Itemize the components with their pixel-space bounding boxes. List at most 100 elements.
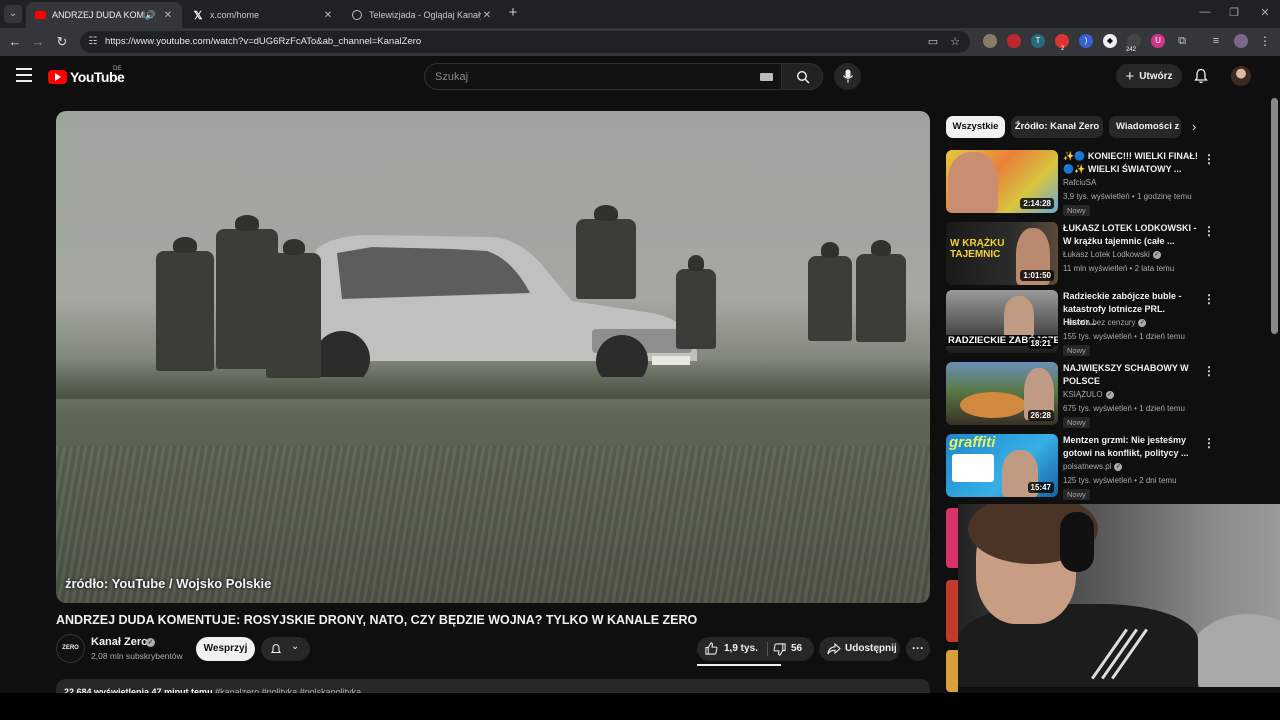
country-code: DE	[113, 66, 122, 72]
thumbnail-quote-box	[952, 454, 994, 482]
kebab-menu-icon[interactable]: ⋮	[1203, 436, 1215, 450]
channel-row[interactable]: KSIĄŻULO ✓	[1063, 390, 1114, 399]
page-scrollbar[interactable]	[1271, 98, 1278, 334]
extension-ublock-icon[interactable]	[1007, 34, 1021, 48]
dislike-button[interactable]: 56	[768, 637, 814, 661]
video-title[interactable]: NAJWIĘKSZY SCHABOWY W POLSCE	[1063, 362, 1198, 388]
video-title[interactable]: ŁUKASZ LOTEK LODKOWSKI - W krążku tajemn…	[1063, 222, 1198, 248]
site-info-icon[interactable]: ☷	[86, 35, 100, 49]
channel-row[interactable]: Łukasz Lotek Lodkowski ✓	[1063, 250, 1161, 259]
restore-icon[interactable]: ❐	[1219, 6, 1249, 19]
support-button[interactable]: Wesprzyj	[196, 637, 255, 661]
account-avatar[interactable]	[1231, 66, 1251, 86]
channel-name[interactable]: Łukasz Lotek Lodkowski	[1063, 250, 1150, 259]
video-thumbnail[interactable]: 2:14:28	[946, 150, 1058, 213]
reading-list-icon[interactable]: ≡	[1209, 34, 1223, 48]
youtube-logo[interactable]: YouTube DE	[48, 66, 125, 85]
kebab-menu-icon[interactable]: ⋮	[1203, 364, 1215, 378]
tab-telewizjada[interactable]: Telewizjada - Oglądaj Kanały TV ✕	[343, 2, 501, 28]
extension-diamond-icon[interactable]: ◆	[1103, 34, 1117, 48]
kebab-menu-icon[interactable]: ⋮	[1203, 224, 1215, 238]
video-title[interactable]: ✨🔵 KONIEC!!! WIELKI FINAŁ! 🔵✨ WIELKI ŚWI…	[1063, 150, 1198, 176]
video-title[interactable]: Mentzen grzmi: Nie jesteśmy gotowi na ko…	[1063, 434, 1198, 460]
new-badge: Nowy	[1063, 489, 1090, 500]
webcam-headset	[1060, 512, 1094, 572]
list-item[interactable]: graffiti 15:47 Mentzen grzmi: Nie jesteś…	[946, 434, 1276, 500]
extension-notification-icon[interactable]: 2	[1055, 34, 1069, 52]
tab-close-icon[interactable]: ✕	[481, 10, 493, 21]
voice-search-button[interactable]	[834, 63, 861, 90]
list-item[interactable]: W KRĄŻKU TAJEMNIC 1:01:50 ŁUKASZ LOTEK L…	[946, 222, 1276, 288]
video-player[interactable]: źródło: YouTube / Wojsko Polskie	[56, 111, 930, 603]
url-text[interactable]: https://www.youtube.com/watch?v=dUG6RzFc…	[105, 36, 421, 47]
chip-all[interactable]: Wszystkie	[946, 116, 1005, 138]
hidden-thumbnail-edge[interactable]	[946, 580, 958, 642]
address-bar[interactable]: ☷ https://www.youtube.com/watch?v=dUG6Rz…	[80, 31, 970, 53]
list-item[interactable]: 2:14:28 ✨🔵 KONIEC!!! WIELKI FINAŁ! 🔵✨ WI…	[946, 150, 1276, 216]
hidden-thumbnail-edge[interactable]	[946, 508, 958, 568]
video-frame-soldier	[808, 242, 852, 341]
keyboard-icon[interactable]	[760, 73, 773, 81]
new-badge: Nowy	[1063, 417, 1090, 428]
new-tab-plus-icon[interactable]: +	[505, 4, 521, 22]
new-badge: Nowy	[1063, 205, 1090, 216]
extensions-puzzle-icon[interactable]: ⧉	[1175, 34, 1189, 48]
kebab-menu-icon[interactable]: ⋮	[1203, 152, 1215, 166]
video-frame-soldier	[856, 240, 906, 342]
extension-audio-icon[interactable]: )	[1079, 34, 1093, 48]
back-arrow-icon[interactable]: ←	[6, 33, 24, 51]
channel-name[interactable]: RafciuSA	[1063, 178, 1096, 187]
hidden-thumbnail-edge[interactable]	[946, 650, 958, 692]
channel-row[interactable]: Historia bez cenzury ✓	[1063, 318, 1147, 327]
extension-avatar-icon[interactable]	[983, 34, 997, 48]
verified-check-icon: ✓	[1138, 318, 1147, 327]
extension-counter-icon[interactable]: 242	[1126, 34, 1141, 53]
tab-close-icon[interactable]: ✕	[162, 10, 174, 21]
list-item[interactable]: 26:28 NAJWIĘKSZY SCHABOWY W POLSCE KSIĄŻ…	[946, 362, 1276, 428]
browser-tab-strip: ⌄ ANDRZEJ DUDA KOMENTUJE 🔊 ✕ 𝕏 x.com/hom…	[0, 0, 1280, 28]
more-actions-icon[interactable]: ···	[906, 637, 930, 661]
chip-source-channel[interactable]: Źródło: Kanał Zero	[1011, 116, 1103, 138]
channel-name[interactable]: Historia bez cenzury	[1063, 318, 1135, 327]
chips-next-chevron-icon[interactable]: ›	[1192, 119, 1196, 134]
tab-close-icon[interactable]: ✕	[322, 10, 334, 21]
notifications-bell-icon[interactable]	[1193, 68, 1209, 84]
menu-hamburger-icon[interactable]	[16, 68, 32, 84]
tab-youtube[interactable]: ANDRZEJ DUDA KOMENTUJE 🔊 ✕	[26, 2, 182, 28]
browser-menu-icon[interactable]: ⋮	[1258, 34, 1272, 48]
webcam-overlay	[958, 504, 1280, 687]
tab-audio-icon[interactable]: 🔊	[145, 10, 156, 21]
forward-arrow-icon[interactable]: →	[29, 33, 47, 51]
kebab-menu-icon[interactable]: ⋮	[1203, 292, 1215, 306]
channel-name[interactable]: KSIĄŻULO	[1063, 390, 1103, 399]
extension-translate-icon[interactable]: T	[1031, 34, 1045, 48]
profile-avatar-icon[interactable]	[1234, 34, 1248, 48]
tab-search-chevron-icon[interactable]: ⌄	[4, 5, 22, 23]
x-favicon-icon: 𝕏	[193, 9, 203, 22]
cast-icon[interactable]: ▭	[926, 35, 940, 49]
bookmark-star-icon[interactable]: ☆	[948, 35, 962, 49]
share-arrow-icon	[827, 643, 841, 655]
extension-shield-icon[interactable]: U	[1151, 34, 1165, 48]
like-button[interactable]: 1,9 tys.	[697, 637, 767, 661]
video-thumbnail[interactable]: 26:28	[946, 362, 1058, 425]
video-thumbnail[interactable]: graffiti 15:47	[946, 434, 1058, 497]
list-item[interactable]: RADZIECKIE ZABÓJCZE 18:21 Radzieckie zab…	[946, 290, 1276, 356]
create-button[interactable]: + Utwórz	[1116, 64, 1182, 88]
video-thumbnail[interactable]: W KRĄŻKU TAJEMNIC 1:01:50	[946, 222, 1058, 285]
close-window-icon[interactable]: ✕	[1250, 6, 1280, 19]
channel-avatar[interactable]: ZERO	[56, 634, 85, 663]
chip-news[interactable]: Wiadomości z	[1109, 116, 1181, 138]
channel-name[interactable]: polsatnews.pl	[1063, 462, 1111, 471]
search-button[interactable]	[781, 63, 823, 90]
minimize-icon[interactable]: —	[1190, 6, 1220, 18]
tab-x-home[interactable]: 𝕏 x.com/home ✕	[184, 2, 342, 28]
notification-settings-button[interactable]: ⌄	[261, 637, 310, 661]
share-button[interactable]: Udostępnij	[819, 637, 900, 661]
reload-icon[interactable]: ↻	[53, 33, 71, 51]
channel-row[interactable]: polsatnews.pl ✓	[1063, 462, 1123, 471]
video-thumbnail[interactable]: RADZIECKIE ZABÓJCZE 18:21	[946, 290, 1058, 353]
channel-name[interactable]: Kanał Zero	[91, 636, 148, 648]
search-input[interactable]: Szukaj	[424, 63, 782, 90]
extension-badge: 242	[1126, 47, 1137, 53]
